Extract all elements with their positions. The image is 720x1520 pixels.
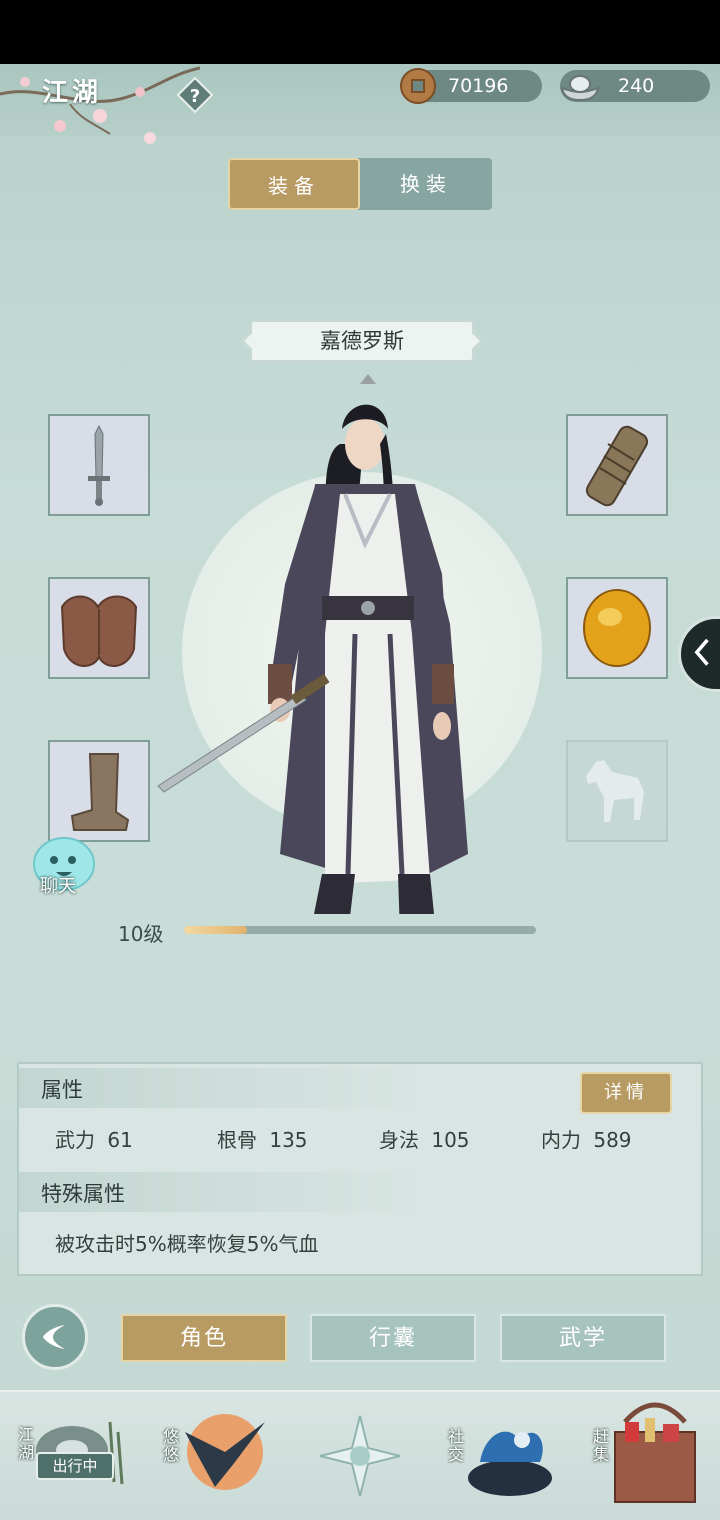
stat-value: 589 [593, 1128, 632, 1152]
nav-jianghu-label: 江湖 [18, 1425, 35, 1462]
stat-label: 内力 [541, 1128, 581, 1152]
stat-value: 105 [431, 1128, 470, 1152]
weapon-slot[interactable] [48, 414, 150, 516]
bracer-icon [585, 425, 649, 507]
stat-value: 61 [107, 1128, 133, 1152]
stat-label: 武力 [55, 1128, 95, 1152]
amber-jade-icon [583, 589, 651, 667]
nav-youyou[interactable]: 悠悠 [155, 1392, 275, 1520]
attributes-header: 属性 [19, 1068, 419, 1108]
nav-social[interactable]: 社交 [440, 1392, 560, 1520]
silver-ingot-icon [560, 75, 600, 102]
boots-slot[interactable] [48, 740, 150, 842]
silver-currency: 240 [560, 70, 710, 102]
help-icon[interactable]: ? [176, 76, 214, 114]
attributes-title: 属性 [41, 1078, 83, 1102]
tab-martial-arts[interactable]: 武学 [500, 1314, 666, 1362]
armor-slot[interactable] [48, 577, 150, 679]
character-model [157, 374, 468, 914]
mount-slot[interactable] [566, 740, 668, 842]
special-attribute-text: 被攻击时5%概率恢复5%气血 [55, 1232, 319, 1256]
back-button[interactable] [22, 1304, 88, 1370]
stat-agility: 身法 105 [379, 1124, 470, 1153]
stat-inner-power: 内力 589 [541, 1124, 632, 1153]
app-screen: 江湖 ? 70196 240 装备 换装 嘉德罗斯 聊天 10级 属性 详情 武… [0, 64, 720, 1520]
details-button[interactable]: 详情 [580, 1072, 672, 1114]
nav-market-label: 赶集 [593, 1427, 610, 1464]
tab-outfit[interactable]: 换装 [360, 158, 492, 210]
special-attributes-title: 特殊属性 [41, 1182, 125, 1206]
tab-equip[interactable]: 装备 [228, 158, 360, 210]
copper-coin-icon [400, 68, 436, 104]
side-panel-toggle[interactable] [678, 616, 720, 692]
nav-market[interactable]: 赶集 [585, 1392, 715, 1520]
outing-status-badge: 出行中 [36, 1452, 114, 1480]
page-title: 江湖 [42, 78, 103, 108]
special-attributes-header: 特殊属性 [19, 1172, 419, 1212]
stat-strength: 武力 61 [55, 1124, 133, 1153]
character-name: 嘉德罗斯 [250, 320, 474, 362]
silver-amount: 240 [618, 75, 655, 97]
stat-value: 135 [269, 1128, 308, 1152]
svg-text:?: ? [190, 86, 200, 107]
equip-tabs: 装备 换装 [228, 158, 492, 210]
tab-bag[interactable]: 行囊 [310, 1314, 476, 1362]
attributes-panel: 属性 详情 武力 61 根骨 135 身法 105 内力 589 特殊属性 被攻… [17, 1062, 703, 1276]
copper-amount: 70196 [448, 75, 509, 97]
level-progress-fill [184, 926, 248, 934]
sword-icon [88, 424, 110, 506]
status-bar [0, 0, 720, 64]
home-star-icon[interactable] [316, 1412, 404, 1500]
copper-currency: 70196 [400, 68, 542, 104]
bracer-slot[interactable] [566, 414, 668, 516]
boots-icon [70, 753, 130, 831]
back-arrow-icon [43, 1325, 65, 1349]
tab-role[interactable]: 角色 [121, 1314, 287, 1362]
stat-label: 根骨 [217, 1128, 257, 1152]
nav-youyou-label: 悠悠 [163, 1427, 180, 1464]
nav-social-label: 社交 [448, 1427, 465, 1464]
armor-icon [60, 595, 138, 667]
stat-constitution: 根骨 135 [217, 1124, 308, 1153]
horse-icon [586, 760, 644, 822]
chevron-left-icon [694, 638, 709, 666]
chat-label[interactable]: 聊天 [40, 872, 76, 898]
level-progress-bar [184, 926, 536, 934]
character-level: 10级 [118, 922, 164, 946]
accessory-slot[interactable] [566, 577, 668, 679]
stat-label: 身法 [379, 1128, 419, 1152]
